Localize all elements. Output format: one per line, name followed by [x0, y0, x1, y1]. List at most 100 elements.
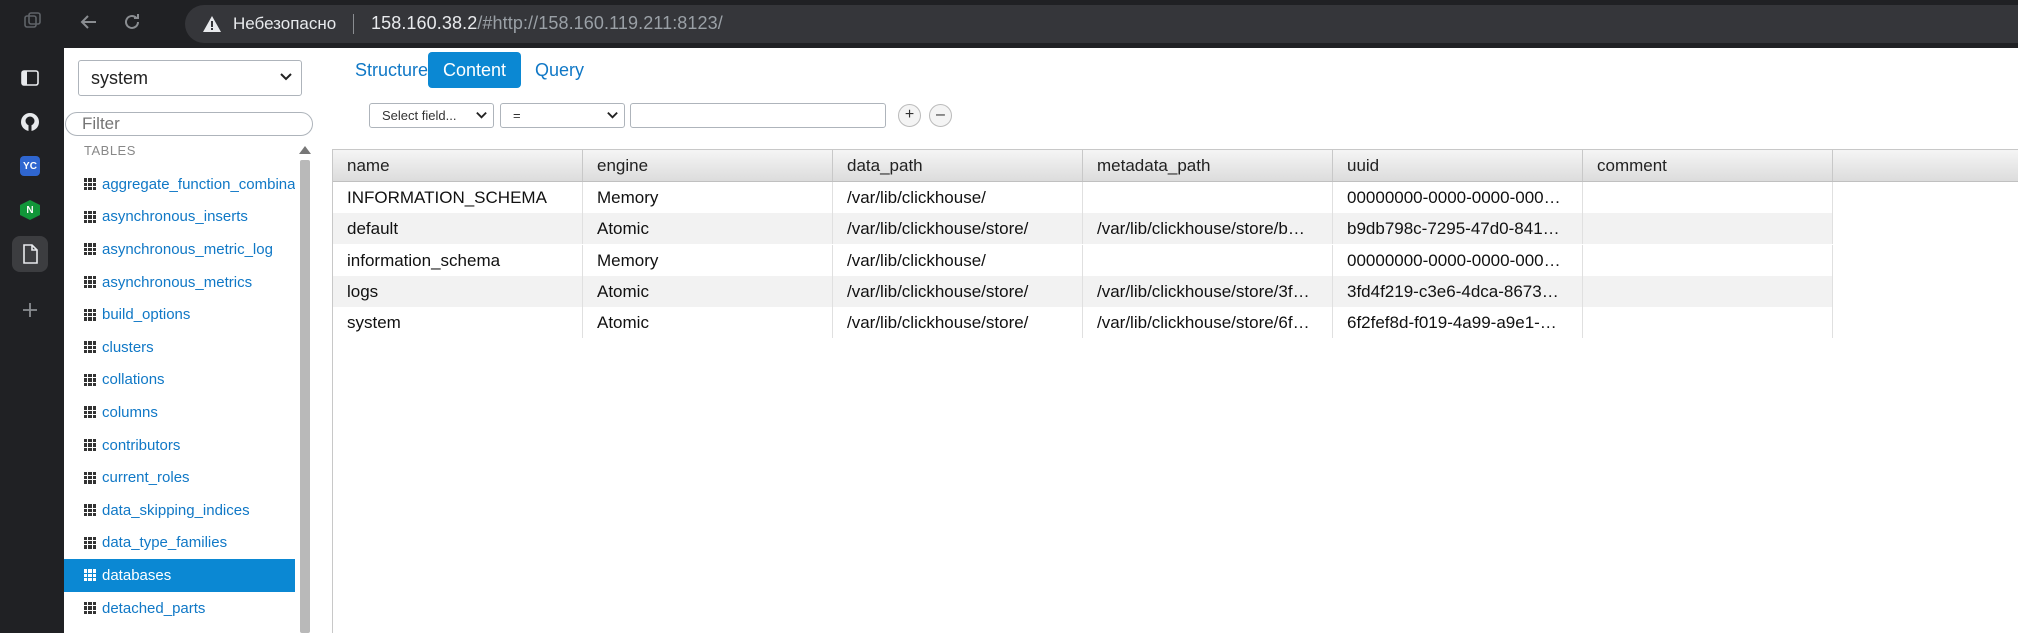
github-icon[interactable] — [12, 104, 48, 140]
table-list-item[interactable]: aggregate_function_combinators — [64, 168, 295, 201]
scroll-up-arrow-icon[interactable] — [299, 146, 311, 154]
table-list-item[interactable]: databases — [64, 559, 295, 592]
table-cell-metadata_path[interactable]: /var/lib/clickhouse/store/3f… — [1083, 275, 1333, 307]
table-list-item-label: asynchronous_metrics — [102, 273, 253, 291]
table-list-item[interactable]: clusters — [64, 331, 295, 364]
table-cell-metadata_path[interactable]: /var/lib/clickhouse/store/6f… — [1083, 307, 1333, 339]
table-list-item[interactable]: data_skipping_indices — [64, 494, 295, 527]
reload-icon[interactable] — [113, 10, 151, 38]
table-cell-comment[interactable] — [1583, 275, 1833, 307]
field-select-value: Select field... — [382, 108, 457, 123]
table-list-item[interactable]: asynchronous_inserts — [64, 201, 295, 234]
table-cell-name[interactable]: information_schema — [333, 244, 583, 276]
table-grid-icon — [84, 178, 96, 191]
operator-select-value: = — [513, 108, 521, 123]
table-list-item[interactable]: asynchronous_metric_log — [64, 233, 295, 266]
table-cell-metadata_path[interactable] — [1083, 182, 1333, 213]
table-grid-icon — [84, 471, 96, 484]
table-cell-engine[interactable]: Memory — [583, 244, 833, 276]
tab-query[interactable]: Query — [520, 52, 599, 88]
table-row[interactable]: INFORMATION_SCHEMA Memory/var/lib/clickho… — [333, 182, 1833, 213]
table-grid-icon — [84, 504, 96, 517]
table-list-item-label: data_type_families — [102, 534, 228, 552]
database-select[interactable]: system — [78, 60, 302, 96]
back-icon[interactable] — [70, 10, 108, 38]
table-cell-uuid[interactable]: 6f2fef8d-f019-4a99-a9e1-… — [1333, 307, 1583, 339]
table-list-item[interactable]: build_options — [64, 298, 295, 331]
browser-sidebar: YC N — [0, 48, 64, 633]
table-grid-icon — [84, 602, 96, 615]
sidebar-scrollbar[interactable] — [297, 144, 313, 633]
table-list-item-label: detached_parts — [102, 599, 206, 617]
chevron-down-icon — [280, 73, 292, 81]
table-cell-data_path[interactable]: /var/lib/clickhouse/store/ — [833, 307, 1083, 339]
table-list-item[interactable]: detached_parts — [64, 592, 295, 625]
address-bar[interactable]: Небезопасно 158.160.38.2/#http://158.160… — [185, 5, 2018, 43]
nginx-icon[interactable]: N — [12, 192, 48, 228]
table-grid-icon — [84, 243, 96, 256]
table-cell-name[interactable]: system — [333, 307, 583, 339]
column-header[interactable]: uuid — [1333, 150, 1583, 181]
tab-content[interactable]: Content — [428, 52, 522, 88]
table-cell-name[interactable]: INFORMATION_SCHEMA — [333, 182, 583, 213]
table-grid-icon — [84, 308, 96, 321]
table-list-item[interactable]: columns — [64, 396, 295, 429]
remove-filter-button[interactable]: – — [929, 104, 952, 127]
filter-value-input[interactable] — [630, 103, 886, 128]
table-cell-uuid[interactable]: 00000000-0000-0000-0000-000000000000 — [1333, 182, 1583, 213]
column-header[interactable]: comment — [1583, 150, 1833, 181]
table-grid-icon — [84, 569, 96, 582]
table-row[interactable]: system Atomic/var/lib/clickhouse/store//v… — [333, 307, 1833, 339]
table-list-item[interactable]: contributors — [64, 429, 295, 462]
table-cell-uuid[interactable]: 3fd4f219-c3e6-4dca-8673… — [1333, 275, 1583, 307]
column-header[interactable]: data_path — [833, 150, 1083, 181]
field-select[interactable]: Select field... — [369, 103, 494, 128]
table-row[interactable]: default Atomic/var/lib/clickhouse/store//… — [333, 213, 1833, 245]
column-header[interactable]: name — [333, 150, 583, 181]
table-cell-metadata_path[interactable]: /var/lib/clickhouse/store/b… — [1083, 213, 1333, 245]
panel-icon[interactable] — [12, 60, 48, 96]
table-grid-icon — [84, 439, 96, 452]
scrollbar-thumb[interactable] — [300, 160, 310, 633]
table-cell-uuid[interactable]: b9db798c-7295-47d0-841… — [1333, 213, 1583, 245]
table-cell-engine[interactable]: Atomic — [583, 307, 833, 339]
table-list-item[interactable]: collations — [64, 364, 295, 397]
table-list-item-label: collations — [102, 371, 165, 389]
column-header[interactable]: engine — [583, 150, 833, 181]
table-cell-data_path[interactable]: /var/lib/clickhouse/ — [833, 182, 1083, 213]
table-cell-name[interactable]: logs — [333, 275, 583, 307]
yandex-cloud-icon[interactable]: YC — [12, 148, 48, 184]
table-cell-name[interactable]: default — [333, 213, 583, 245]
column-header[interactable]: metadata_path — [1083, 150, 1333, 181]
document-icon[interactable] — [12, 236, 48, 272]
tables-header: TABLES — [84, 143, 136, 158]
table-cell-engine[interactable]: Atomic — [583, 213, 833, 245]
table-list-item-label: current_roles — [102, 469, 190, 487]
table-cell-data_path[interactable]: /var/lib/clickhouse/store/ — [833, 213, 1083, 245]
security-label[interactable]: Небезопасно — [233, 14, 336, 34]
table-list-item[interactable]: data_type_families — [64, 527, 295, 560]
table-list-item-label: contributors — [102, 436, 181, 454]
table-filter-input[interactable] — [65, 112, 313, 136]
table-cell-engine[interactable]: Memory — [583, 182, 833, 213]
add-filter-button[interactable]: + — [898, 104, 921, 127]
table-list-item[interactable]: current_roles — [64, 461, 295, 494]
table-cell-metadata_path[interactable] — [1083, 244, 1333, 276]
url-text[interactable]: 158.160.38.2/#http://158.160.119.211:812… — [371, 13, 723, 34]
add-icon[interactable] — [12, 292, 48, 328]
table-cell-uuid[interactable]: 00000000-0000-0000-0000-000000000000 — [1333, 244, 1583, 276]
warning-icon[interactable] — [202, 15, 222, 33]
table-row[interactable]: information_schema Memory/var/lib/clickho… — [333, 244, 1833, 276]
table-row[interactable]: logs Atomic/var/lib/clickhouse/store//var… — [333, 275, 1833, 307]
table-grid-icon — [84, 210, 96, 223]
table-cell-data_path[interactable]: /var/lib/clickhouse/ — [833, 244, 1083, 276]
table-list-item[interactable]: asynchronous_metrics — [64, 266, 295, 299]
operator-select[interactable]: = — [500, 103, 625, 128]
tabs-icon[interactable] — [14, 10, 52, 38]
table-cell-data_path[interactable]: /var/lib/clickhouse/store/ — [833, 275, 1083, 307]
table-cell-comment[interactable] — [1583, 244, 1833, 276]
table-cell-comment[interactable] — [1583, 182, 1833, 213]
table-cell-comment[interactable] — [1583, 307, 1833, 339]
table-cell-comment[interactable] — [1583, 213, 1833, 245]
table-cell-engine[interactable]: Atomic — [583, 275, 833, 307]
